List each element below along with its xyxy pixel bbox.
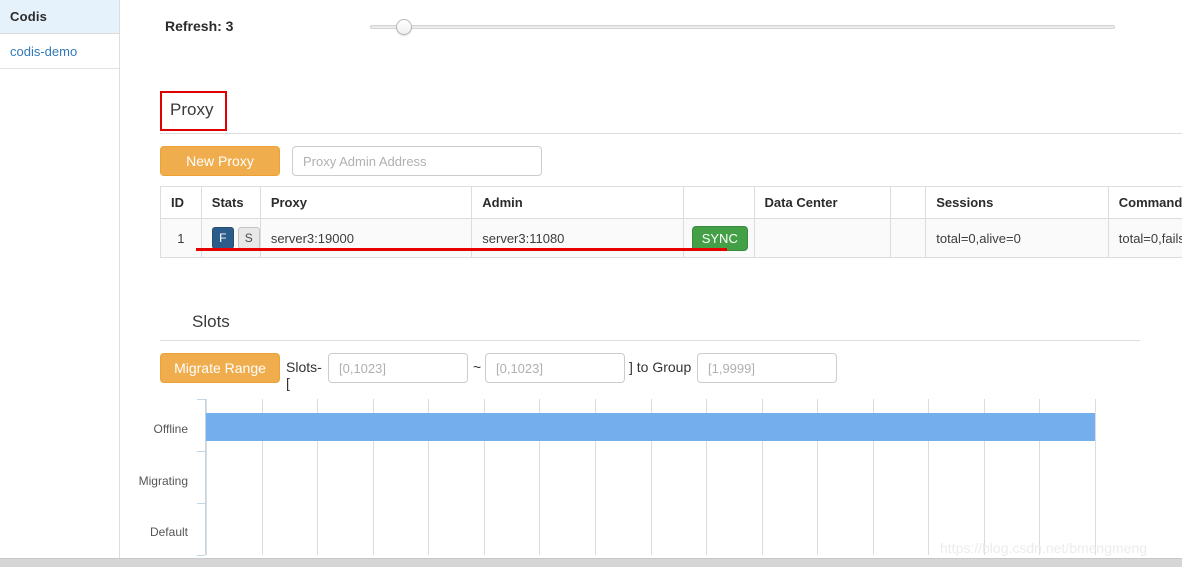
col-header-data-center: Data Center [753, 186, 891, 219]
new-proxy-button[interactable]: New Proxy [160, 146, 280, 176]
axis-tick-3 [197, 555, 205, 556]
refresh-label: Refresh: 3 [165, 18, 234, 34]
col-header-id: ID [160, 186, 202, 219]
slots-section-divider [160, 340, 1140, 341]
bar-offline [206, 413, 1095, 441]
cell-stats: F S [200, 218, 261, 258]
refresh-slider-track[interactable] [370, 25, 1115, 29]
cell-blank [889, 218, 927, 258]
sync-button[interactable]: SYNC [691, 225, 748, 251]
col-header-commands: Commands [1107, 186, 1182, 219]
proxy-table-header-row: ID Stats Proxy Admin Data Center Session… [160, 186, 1182, 219]
stats-badge-f[interactable]: F [211, 227, 234, 249]
proxy-section-head-inner: Proxy [160, 88, 1182, 132]
slots-section-head: Slots [160, 300, 1182, 344]
slots-section-title: Slots [192, 312, 230, 331]
stats-badge-group: F S [211, 227, 260, 249]
proxy-table: ID Stats Proxy Admin Data Center Session… [160, 186, 1182, 258]
sidebar-item-codis-demo[interactable]: codis-demo [0, 34, 119, 69]
cell-sessions: total=0,alive=0 [925, 218, 1109, 258]
chart-category-axis: Offline Migrating Default [120, 395, 188, 560]
cell-sync: SYNC [682, 218, 755, 258]
col-header-proxy: Proxy [259, 186, 473, 219]
slots-range-to-input[interactable] [485, 353, 625, 383]
horizontal-scrollbar[interactable] [0, 558, 1182, 567]
sidebar-header-title: Codis [10, 9, 48, 24]
axis-tick-2 [197, 503, 205, 504]
col-header-sessions: Sessions [925, 186, 1109, 219]
proxy-section-head: Proxy [160, 88, 1182, 132]
axis-tick-0 [197, 399, 205, 400]
slots-range-prefix-label: Slots-[ [286, 359, 322, 391]
table-row: 1 F S server3:19000 server3:11080 SYNC t… [160, 218, 1182, 258]
cell-admin: server3:11080 [471, 218, 684, 258]
stats-badge-s[interactable]: S [237, 227, 260, 249]
cell-proxy: server3:19000 [259, 218, 473, 258]
codis-dashboard-page: Codis codis-demo Refresh: 3 Proxy New Pr… [0, 0, 1182, 567]
slots-chart: Offline Migrating Default [120, 395, 1142, 560]
slots-group-input[interactable] [697, 353, 837, 383]
sidebar-header: Codis [0, 0, 119, 34]
col-header-blank [889, 186, 927, 219]
axis-label-migrating: Migrating [138, 474, 188, 488]
sidebar-item-label: codis-demo [10, 43, 78, 59]
refresh-row: Refresh: 3 [120, 0, 1182, 52]
cell-data-center [753, 218, 891, 258]
cell-commands: total=0,fails=0,rsp.errs [1107, 218, 1182, 258]
refresh-slider-handle[interactable] [396, 19, 412, 35]
slots-range-from-input[interactable] [328, 353, 468, 383]
col-header-admin: Admin [471, 186, 684, 219]
refresh-slider[interactable] [370, 19, 1115, 35]
slots-range-separator: ~ [473, 359, 482, 375]
axis-label-offline: Offline [153, 422, 188, 436]
migrate-range-button[interactable]: Migrate Range [160, 353, 280, 383]
slots-section-head-inner: Slots [160, 300, 1182, 344]
chart-plot-area [206, 399, 1096, 555]
col-header-sync [682, 186, 755, 219]
col-header-stats: Stats [200, 186, 261, 219]
chart-gridline [1095, 399, 1096, 555]
axis-label-default: Default [149, 525, 188, 539]
cell-id: 1 [160, 218, 202, 258]
sidebar: Codis codis-demo [0, 0, 120, 567]
proxy-admin-address-input[interactable] [292, 146, 542, 176]
proxy-section-title: Proxy [170, 100, 214, 119]
axis-tick-1 [197, 451, 205, 452]
slots-to-group-label: ] to Group [629, 359, 692, 375]
proxy-section-divider [160, 133, 1182, 134]
